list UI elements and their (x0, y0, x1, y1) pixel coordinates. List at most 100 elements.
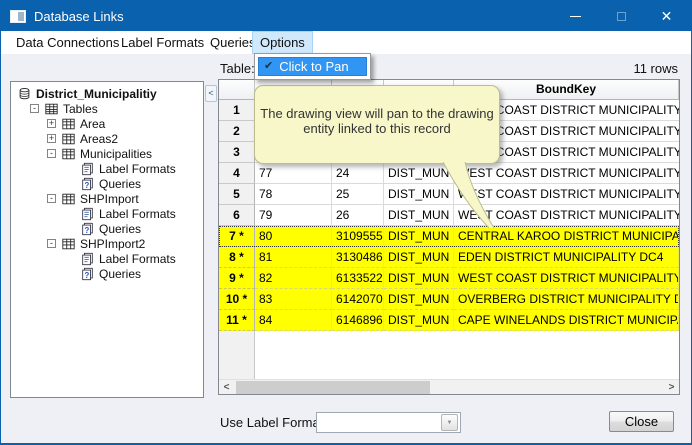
table-row[interactable]: 4 77 24 DIST_MUN WEST COAST DISTRICT MUN… (219, 163, 679, 184)
cell[interactable]: DIST_MUN (384, 226, 454, 247)
cell[interactable]: 78 (255, 184, 332, 205)
svg-text:?: ? (84, 270, 89, 279)
tree-item-shpimport2[interactable]: - SHPImport2 (11, 236, 203, 251)
cell[interactable]: DIST_MUN (384, 268, 454, 289)
row-count: 11 rows (633, 61, 678, 76)
menu-label-formats[interactable]: Label Formats (114, 31, 211, 54)
cell[interactable]: 77 (255, 163, 332, 184)
collapse-toggle[interactable]: - (47, 239, 56, 248)
cell[interactable]: 6142070 (332, 289, 384, 310)
menu-item-click-to-pan[interactable]: ✔ Click to Pan (258, 57, 367, 76)
cell[interactable]: 26 (332, 205, 384, 226)
table-icon (61, 132, 76, 146)
grid-corner (219, 80, 255, 100)
cell[interactable]: DIST_MUN (384, 310, 454, 331)
cell[interactable]: CENTRAL KAROO DISTRICT MUNICIPALITY DC (454, 226, 679, 247)
scrollbar-thumb[interactable] (236, 381, 430, 394)
cell[interactable]: 25 (332, 184, 384, 205)
scroll-left-arrow[interactable]: < (219, 380, 234, 395)
collapse-toggle[interactable]: - (30, 104, 39, 113)
cell[interactable]: DIST_MUN (384, 289, 454, 310)
cell[interactable]: 6146896 (332, 310, 384, 331)
tree-item-area[interactable]: + Area (11, 116, 203, 131)
database-icon (17, 87, 32, 101)
row-number[interactable]: 3 (219, 142, 255, 163)
table-row[interactable]: 6 79 26 DIST_MUN WEST COAST DISTRICT MUN… (219, 205, 679, 226)
cell[interactable]: 81 (255, 247, 332, 268)
expand-toggle[interactable]: + (47, 119, 56, 128)
tree-item-label-formats[interactable]: Label Formats (11, 161, 203, 176)
table-row-linked[interactable]: 10 * 83 6142070 DIST_MUN OVERBERG DISTRI… (219, 289, 679, 310)
cell[interactable]: 83 (255, 289, 332, 310)
tree-item-label: Queries (99, 267, 141, 281)
tree-item-root[interactable]: District_Municipalitiy (11, 86, 203, 101)
row-number[interactable]: 5 (219, 184, 255, 205)
cell[interactable]: DIST_MUN (384, 205, 454, 226)
tree-item-label-formats[interactable]: Label Formats (11, 206, 203, 221)
checkmark-icon: ✔ (264, 58, 273, 75)
cell[interactable]: 3109555 (332, 226, 384, 247)
tree-item-label: Area (80, 117, 105, 131)
row-number[interactable]: 2 (219, 121, 255, 142)
collapse-toggle[interactable]: - (47, 149, 56, 158)
row-number[interactable]: 9 * (219, 268, 255, 289)
table-row-linked[interactable]: 11 * 84 6146896 DIST_MUN CAPE WINELANDS … (219, 310, 679, 331)
row-number[interactable]: 8 * (219, 247, 255, 268)
row-number[interactable]: 6 (219, 205, 255, 226)
label-format-combobox[interactable]: ▼ (316, 412, 461, 433)
collapse-toggle[interactable]: - (47, 194, 56, 203)
table-row-linked[interactable]: 8 * 81 3130486 DIST_MUN EDEN DISTRICT MU… (219, 247, 679, 268)
row-number[interactable]: 1 (219, 100, 255, 121)
close-window-button[interactable]: ✕ (644, 1, 689, 31)
cell[interactable]: 82 (255, 268, 332, 289)
menu-bar: Data Connections Label Formats Queries O… (1, 31, 691, 54)
minimize-button[interactable] (553, 1, 598, 31)
cell[interactable]: DIST_MUN (384, 163, 454, 184)
expand-toggle[interactable]: + (47, 134, 56, 143)
menu-data-connections[interactable]: Data Connections (9, 31, 126, 54)
cell[interactable]: WEST COAST DISTRICT MUNICIPALITY DC1 (454, 184, 679, 205)
table-row-linked[interactable]: 9 * 82 6133522 DIST_MUN WEST COAST DISTR… (219, 268, 679, 289)
chevron-down-icon[interactable]: ▼ (441, 414, 458, 431)
tree-item-queries[interactable]: ? Queries (11, 221, 203, 236)
cell[interactable]: WEST COAST DISTRICT MUNICIPALITY DC1 (454, 205, 679, 226)
table-icon (61, 192, 76, 206)
tree-item-tables[interactable]: - Tables (11, 101, 203, 116)
cell[interactable]: DIST_MUN (384, 184, 454, 205)
cell[interactable]: 3130486 (332, 247, 384, 268)
cell[interactable]: DIST_MUN (384, 247, 454, 268)
row-number[interactable]: 11 * (219, 310, 255, 331)
tree-item-queries[interactable]: ? Queries (11, 176, 203, 191)
tree-item-municipalities[interactable]: - Municipalities (11, 146, 203, 161)
tree-item-label: Label Formats (99, 207, 176, 221)
row-number[interactable]: 10 * (219, 289, 255, 310)
tree-item-label: Queries (99, 177, 141, 191)
cell[interactable]: 84 (255, 310, 332, 331)
tree-item-label-formats[interactable]: Label Formats (11, 251, 203, 266)
cell[interactable]: 79 (255, 205, 332, 226)
cell[interactable]: 24 (332, 163, 384, 184)
close-button[interactable]: Close (609, 411, 674, 432)
row-number[interactable]: 4 (219, 163, 255, 184)
tree-item-queries[interactable]: ? Queries (11, 266, 203, 281)
table-row-linked-selected[interactable]: 7 * 80 3109555 DIST_MUN CENTRAL KAROO DI… (219, 226, 679, 247)
tree-item-areas2[interactable]: + Areas2 (11, 131, 203, 146)
cell[interactable]: WEST COAST DISTRICT MUNICIPALITY DC1 (454, 163, 679, 184)
cell[interactable]: 6133522 (332, 268, 384, 289)
cell[interactable]: EDEN DISTRICT MUNICIPALITY DC4 (454, 247, 679, 268)
tree-collapse-button[interactable]: < (205, 85, 217, 102)
tree-item-shpimport[interactable]: - SHPImport (11, 191, 203, 206)
pan-tooltip: The drawing view will pan to the drawing… (254, 85, 500, 164)
cell[interactable]: OVERBERG DISTRICT MUNICIPALITY DC3 (454, 289, 679, 310)
table-label: Table: (220, 61, 255, 76)
horizontal-scrollbar[interactable]: < > (219, 379, 679, 394)
cell[interactable]: 80 (255, 226, 332, 247)
row-number[interactable]: 7 * (219, 226, 255, 247)
scroll-right-arrow[interactable]: > (664, 380, 679, 395)
menu-options[interactable]: Options (252, 31, 313, 54)
queries-icon: ? (80, 177, 95, 191)
cell[interactable]: WEST COAST DISTRICT MUNICIPALITY DC1 (454, 268, 679, 289)
cell[interactable]: CAPE WINELANDS DISTRICT MUNICIPALITY D (454, 310, 679, 331)
tree-item-label: Municipalities (80, 147, 152, 161)
table-row[interactable]: 5 78 25 DIST_MUN WEST COAST DISTRICT MUN… (219, 184, 679, 205)
